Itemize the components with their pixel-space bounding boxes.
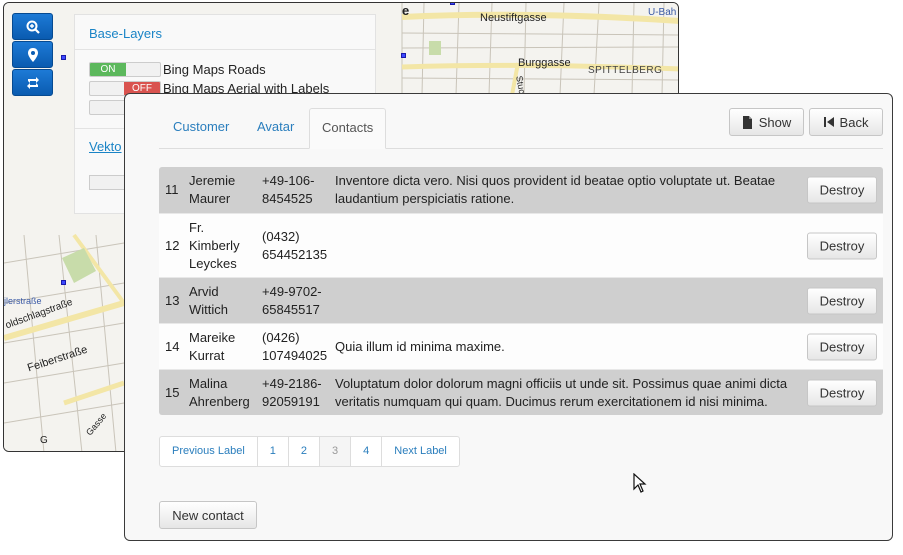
name-line: Ahrenberg — [189, 393, 250, 409]
contact-id: 13 — [165, 292, 180, 308]
contact-phone: +49-9702- 65845517 — [262, 283, 335, 319]
table-row: 15 Malina Ahrenberg +49-2186- 92059191 Vol… — [159, 369, 883, 415]
show-button-label: Show — [758, 114, 792, 130]
destroy-button[interactable]: Destroy — [807, 232, 877, 259]
note-line: Voluptatum dolor dolorum magni officiis … — [335, 375, 788, 391]
name-line: Wittich — [189, 301, 228, 317]
step-backward-icon — [823, 117, 834, 127]
contact-phone: (0432) 654452135 — [262, 228, 335, 264]
contact-phone: (0426) 107494025 — [262, 329, 335, 365]
pagination-previous[interactable]: Previous Label — [160, 437, 258, 466]
file-icon — [742, 115, 752, 129]
phone-line: 92059191 — [262, 393, 320, 409]
map-label: U-Bah — [648, 7, 677, 18]
contacts-table: 11 Jeremie Maurer +49-106- 8454525 Invento… — [159, 167, 883, 415]
back-button[interactable]: Back — [809, 108, 883, 136]
contact-note: Quia illum id minima maxime. — [335, 338, 803, 356]
pagination-page[interactable]: 2 — [289, 437, 321, 466]
contact-name: Malina Ahrenberg — [189, 375, 262, 411]
note-line: laudantium perspiciatis ratione. — [335, 191, 515, 206]
refresh-button[interactable] — [12, 69, 53, 96]
pagination: Previous Label 1 2 3 4 Next Label — [159, 436, 460, 467]
retweet-icon — [26, 76, 39, 89]
zoom-icon — [26, 20, 40, 34]
table-row: 11 Jeremie Maurer +49-106- 8454525 Invento… — [159, 167, 883, 213]
vector-layers-link[interactable]: Vekto — [89, 139, 122, 154]
table-row: 12 Fr. Kimberly Leyckes (0432) 654452135 De… — [159, 213, 883, 277]
contact-id: 14 — [165, 338, 180, 354]
name-line: Fr. — [189, 219, 205, 235]
back-button-label: Back — [839, 114, 869, 130]
map-marker-icon — [27, 47, 38, 62]
map-label: Spittelberg — [588, 65, 663, 76]
name-line: Maurer — [189, 191, 231, 206]
contacts-dialog: Customer Avatar Contacts Show Back 11 Je… — [124, 93, 893, 541]
contact-id: 15 — [165, 384, 180, 400]
map-label: Burggasse — [518, 57, 571, 69]
tab-avatar[interactable]: Avatar — [245, 108, 306, 149]
name-line: Jeremie — [189, 173, 236, 188]
toggle-on-label: ON — [90, 63, 126, 76]
zoom-button[interactable] — [12, 13, 53, 40]
pagination-page[interactable]: 4 — [351, 437, 383, 466]
contact-id: 12 — [165, 237, 180, 253]
phone-line: 65845517 — [262, 301, 320, 317]
map-label: G — [40, 435, 48, 446]
location-button[interactable] — [12, 41, 53, 68]
phone-line: 654452135 — [262, 246, 328, 262]
table-row: 14 Mareike Kurrat (0426) 107494025 Quia il… — [159, 323, 883, 369]
contact-note: Voluptatum dolor dolorum magni officiis … — [335, 375, 803, 411]
phone-line: (0426) — [262, 329, 300, 345]
map-marker — [401, 53, 406, 58]
name-line: Mareike — [189, 329, 236, 345]
destroy-button[interactable]: Destroy — [807, 333, 877, 360]
note-line: Inventore dicta vero. Nisi quos providen… — [335, 173, 776, 188]
phone-line: (0432) — [262, 228, 300, 244]
phone-line: +49-9702- — [262, 283, 322, 299]
pagination-page[interactable]: 1 — [258, 437, 289, 466]
map-marker — [450, 3, 455, 5]
layer-section-title[interactable]: Base-Layers — [89, 26, 162, 41]
layer-item[interactable]: ON Bing Maps Roads — [89, 61, 266, 78]
destroy-button[interactable]: Destroy — [807, 176, 877, 204]
contact-name: Mareike Kurrat — [189, 329, 262, 365]
name-line: Kurrat — [189, 347, 225, 363]
map-toolbar — [12, 13, 53, 97]
divider — [75, 49, 375, 50]
name-line: Arvid — [189, 283, 219, 299]
phone-line: +49-2186- — [262, 375, 322, 391]
table-row: 13 Arvid Wittich +49-9702- 65845517 Destro… — [159, 277, 883, 323]
note-line: Quia illum id minima maxime. — [335, 338, 505, 354]
phone-line: 8454525 — [262, 191, 313, 206]
name-line: Leyckes — [189, 255, 237, 271]
mouse-cursor-icon — [633, 473, 647, 493]
contact-id: 11 — [165, 182, 179, 197]
destroy-button[interactable]: Destroy — [807, 287, 877, 314]
layer-label: Bing Maps Roads — [163, 62, 266, 77]
tab-customer[interactable]: Customer — [161, 108, 241, 149]
new-contact-button[interactable]: New contact — [159, 501, 257, 529]
destroy-button[interactable]: Destroy — [807, 379, 877, 406]
phone-line: 107494025 — [262, 347, 328, 363]
name-line: Malina — [189, 375, 228, 391]
pagination-next[interactable]: Next Label — [382, 437, 459, 466]
contact-name: Fr. Kimberly Leyckes — [189, 219, 262, 273]
contact-note: Inventore dicta vero. Nisi quos providen… — [335, 172, 803, 208]
map-marker — [61, 280, 66, 285]
map-label: jlerstraße — [4, 296, 42, 306]
map-label: e — [402, 3, 410, 18]
note-line: veritatis numquam qui quam. Ducimus reru… — [335, 393, 768, 409]
layer-toggle[interactable]: ON — [89, 62, 161, 77]
show-button[interactable]: Show — [729, 108, 804, 136]
name-line: Kimberly — [189, 237, 240, 253]
contact-phone: +49-106- 8454525 — [262, 172, 335, 208]
phone-line: +49-106- — [262, 173, 315, 188]
contact-phone: +49-2186- 92059191 — [262, 375, 335, 411]
pagination-page-current: 3 — [320, 437, 352, 466]
map-marker — [61, 55, 66, 60]
map-label: Neustiftgasse — [480, 12, 547, 24]
contact-name: Jeremie Maurer — [189, 172, 262, 208]
tab-contacts[interactable]: Contacts — [309, 108, 387, 149]
contact-name: Arvid Wittich — [189, 283, 262, 319]
